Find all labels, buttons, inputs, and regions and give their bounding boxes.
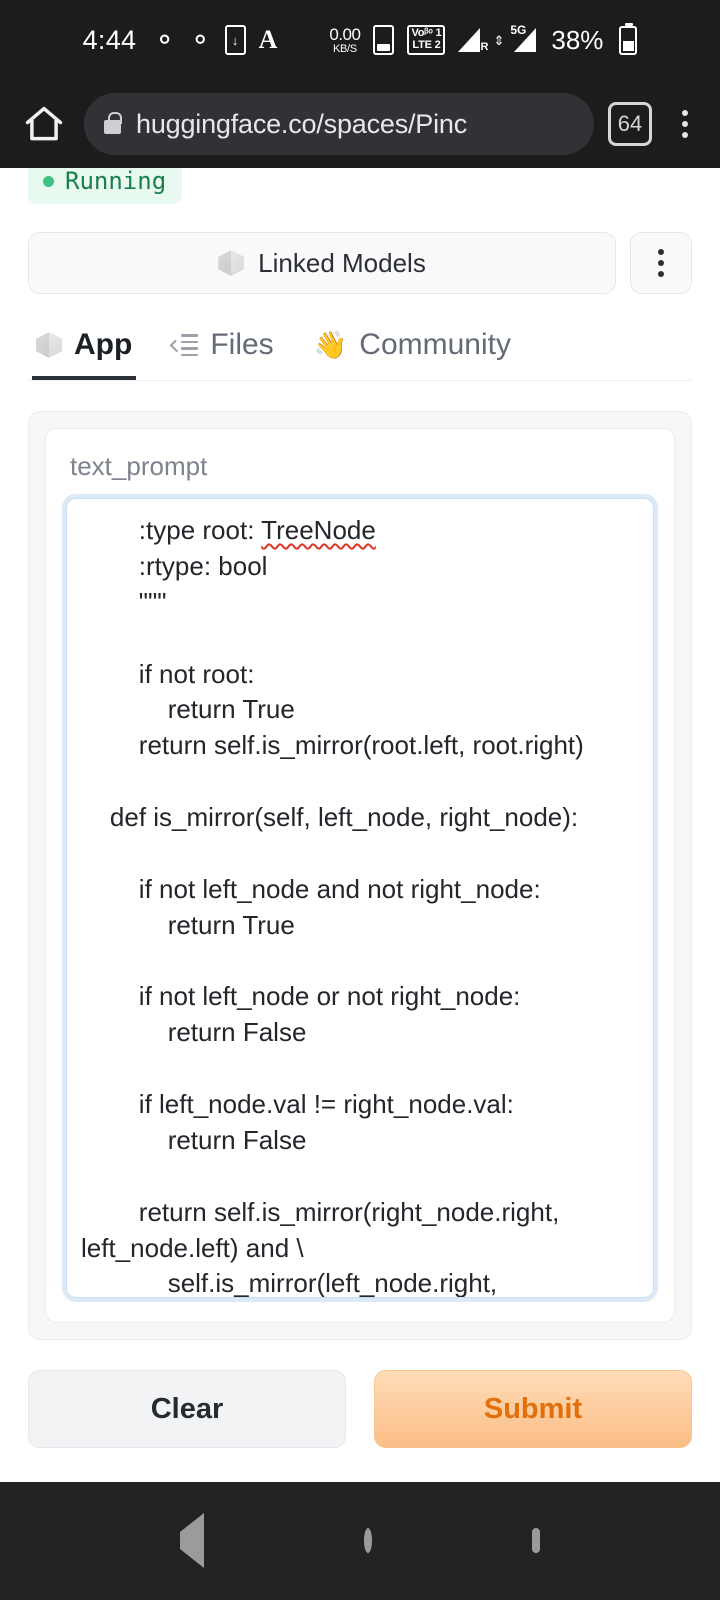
tab-counter-button[interactable]: 64 — [608, 102, 652, 146]
linked-models-button[interactable]: Linked Models — [28, 232, 616, 294]
submit-button-label: Submit — [483, 1392, 583, 1425]
recents-button[interactable] — [532, 1528, 540, 1553]
volte-icon: Voᵝᵒ 1 LTE 2 — [407, 25, 446, 55]
code-line-first: :type root: — [81, 515, 262, 545]
tab-app[interactable]: App — [32, 328, 137, 380]
tab-files-label: Files — [210, 328, 274, 361]
linked-models-label: Linked Models — [258, 247, 426, 278]
files-icon — [172, 333, 199, 357]
signal-strength-icon-1: R — [458, 28, 488, 53]
browser-toolbar: huggingface.co/spaces/Pinc 64 — [0, 80, 720, 168]
lock-icon — [104, 111, 122, 134]
text-prompt-label: text_prompt — [70, 451, 208, 481]
tab-community[interactable]: 👋 Community — [310, 328, 515, 380]
signal-strength-icon-2: 5G — [510, 23, 537, 52]
space-tabs: App Files 👋 Community — [28, 328, 692, 381]
gradio-app-container: text_prompt :type root: TreeNode :rtype:… — [28, 411, 692, 1340]
sim-card-icon — [373, 25, 395, 55]
home-button[interactable] — [364, 1528, 372, 1553]
android-nav-bar — [0, 1482, 720, 1600]
battery-icon — [619, 22, 638, 55]
roaming-label: R — [480, 41, 489, 53]
phone-screen: 4:44 ⚬ ⚬ ↓ A 0.00 KB/S Voᵝᵒ 1 LTE 2 R ⇕ … — [0, 0, 720, 1600]
tab-community-label: Community — [359, 328, 511, 361]
status-badge: Running — [28, 168, 183, 204]
download-icon: ↓ — [224, 25, 246, 55]
clear-button-label: Clear — [150, 1392, 224, 1425]
status-dot-icon — [43, 175, 54, 187]
webpage-content: Running Linked Models App Files 👋 Commun… — [0, 168, 720, 1482]
models-row: Linked Models — [28, 232, 692, 294]
network-speed-value: 0.00 — [329, 24, 361, 44]
tab-files[interactable]: Files — [168, 328, 277, 380]
status-bar: 4:44 ⚬ ⚬ ↓ A 0.00 KB/S Voᵝᵒ 1 LTE 2 R ⇕ … — [0, 0, 720, 80]
space-header: Running Linked Models App Files 👋 Commun… — [0, 168, 720, 381]
text-prompt-input[interactable]: :type root: TreeNode :rtype: bool """ if… — [62, 494, 658, 1302]
browser-menu-icon[interactable] — [666, 110, 704, 138]
submit-button[interactable]: Submit — [374, 1370, 692, 1448]
battery-percent: 38% — [551, 24, 604, 55]
data-transfer-icon: ⇕ — [493, 32, 505, 48]
volte-line-2: LTE 2 — [412, 39, 441, 51]
cube-icon — [36, 332, 62, 358]
tab-count-label: 64 — [617, 111, 643, 136]
action-buttons: Clear Submit — [28, 1370, 692, 1448]
back-button[interactable] — [180, 1513, 204, 1568]
cube-icon — [218, 250, 245, 276]
network-type-label: 5G — [510, 23, 527, 37]
misspelled-word: TreeNode — [261, 515, 376, 545]
space-options-button[interactable] — [630, 232, 692, 294]
clock: 4:44 — [82, 24, 137, 55]
gmail-icon: ⚬ — [153, 24, 176, 56]
clear-button[interactable]: Clear — [28, 1370, 346, 1448]
network-speed-indicator: 0.00 KB/S — [329, 24, 361, 55]
gmail-icon-2: ⚬ — [188, 24, 212, 56]
network-speed-unit: KB/S — [332, 42, 357, 55]
status-badge-label: Running — [65, 168, 167, 195]
waving-hand-icon: 👋 — [313, 329, 348, 360]
font-size-icon: A — [258, 25, 278, 54]
home-icon[interactable] — [18, 98, 70, 150]
text-prompt-block: text_prompt :type root: TreeNode :rtype:… — [45, 428, 675, 1323]
code-body: :rtype: bool """ if not root: return Tru… — [81, 550, 584, 1298]
text-prompt-value: :type root: TreeNode :rtype: bool """ if… — [81, 513, 637, 1298]
address-bar[interactable]: huggingface.co/spaces/Pinc — [84, 93, 594, 155]
tab-app-label: App — [74, 328, 133, 361]
url-text: huggingface.co/spaces/Pinc — [136, 108, 468, 139]
